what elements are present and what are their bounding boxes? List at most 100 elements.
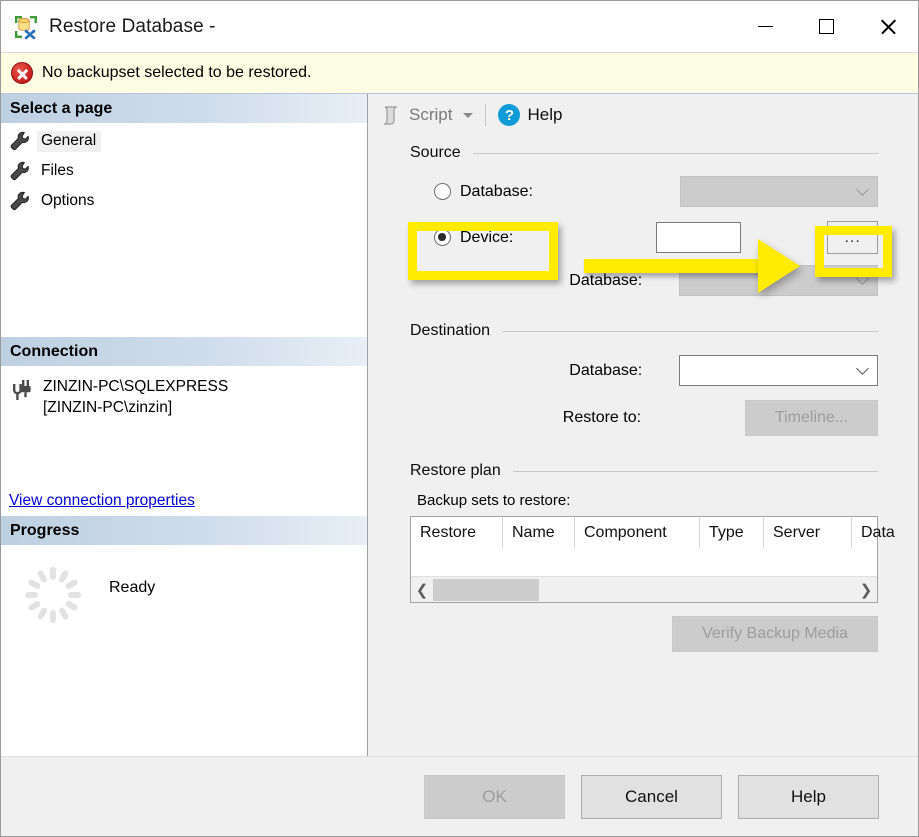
destination-group-header: Destination — [410, 322, 878, 340]
radio-button-icon — [434, 229, 451, 246]
view-connection-properties-link[interactable]: View connection properties — [9, 492, 357, 510]
grid-header-row: Restore Name Component Type Server Data — [411, 517, 895, 548]
window-title: Restore Database - — [49, 15, 216, 37]
horizontal-scrollbar[interactable]: ❮ ❯ — [411, 576, 877, 602]
minimize-icon — [758, 25, 773, 28]
column-header-name[interactable]: Name — [503, 517, 575, 548]
minimize-button[interactable] — [735, 1, 796, 52]
pages-spacer — [1, 216, 367, 337]
scrollbar-track[interactable] — [539, 577, 855, 603]
verify-backup-media-button: Verify Backup Media — [672, 616, 878, 652]
source-group: Source Database: Device: ... Database: — [410, 144, 878, 296]
chevron-left-icon[interactable]: ❮ — [411, 577, 433, 603]
chevron-right-icon[interactable]: ❯ — [855, 577, 877, 603]
browse-device-button[interactable]: ... — [827, 221, 878, 254]
destination-database-label-wrap: Database: — [410, 362, 642, 380]
sidebar-item-files[interactable]: Files — [1, 156, 367, 186]
close-icon — [879, 18, 897, 36]
left-navigation-panel: Select a page General Files Options Conn… — [1, 94, 368, 756]
script-button[interactable]: Script — [380, 104, 474, 126]
column-header-component[interactable]: Component — [575, 517, 700, 548]
select-a-page-header: Select a page — [1, 94, 367, 123]
dialog-footer: OK Cancel Help — [1, 756, 918, 836]
wrench-icon — [9, 160, 31, 182]
destination-database-row: Database: — [410, 355, 878, 386]
dialog-body: Select a page General Files Options Conn… — [1, 94, 918, 756]
connection-row: ZINZIN-PC\SQLEXPRESS [ZINZIN-PC\zinzin] — [9, 376, 357, 418]
restore-plan-group-header: Restore plan — [410, 462, 878, 480]
source-database-radio-label: Database: — [460, 182, 533, 200]
radio-button-icon — [434, 183, 451, 200]
source-database-combo — [679, 176, 878, 207]
maximize-button[interactable] — [796, 1, 857, 52]
chevron-down-icon[interactable] — [463, 112, 474, 118]
column-header-database[interactable]: Data — [852, 517, 912, 548]
verify-row: Verify Backup Media — [410, 616, 878, 652]
close-button[interactable] — [857, 1, 918, 52]
chevron-down-icon — [856, 362, 869, 375]
sidebar-item-general[interactable]: General — [1, 126, 367, 156]
loading-spinner-icon — [23, 565, 83, 625]
help-footer-button[interactable]: Help — [738, 774, 879, 819]
connection-server: ZINZIN-PC\SQLEXPRESS — [43, 378, 229, 395]
ok-button: OK — [424, 774, 565, 819]
column-header-server[interactable]: Server — [764, 517, 852, 548]
restore-database-icon — [13, 14, 39, 40]
source-device-database-label: Database: — [569, 271, 643, 289]
restore-to-label-wrap: Restore to: — [410, 409, 641, 427]
connection-info: ZINZIN-PC\SQLEXPRESS [ZINZIN-PC\zinzin] … — [1, 366, 367, 516]
group-divider — [472, 152, 878, 154]
wrench-icon — [9, 130, 31, 152]
error-x-icon — [11, 62, 33, 84]
destination-group-title: Destination — [410, 322, 491, 339]
sidebar-item-label: General — [37, 130, 102, 152]
scrollbar-thumb[interactable] — [433, 578, 539, 601]
destination-database-combo[interactable] — [679, 355, 878, 386]
source-group-header: Source — [410, 144, 878, 162]
help-question-icon: ? — [498, 104, 521, 126]
progress-info: Ready — [1, 545, 367, 756]
source-device-database-row: Database: — [410, 265, 878, 296]
error-message-bar: No backupset selected to be restored. — [1, 52, 918, 94]
grid-rows-area — [411, 548, 877, 576]
help-button[interactable]: ? Help — [498, 104, 562, 126]
sidebar-item-options[interactable]: Options — [1, 186, 367, 216]
column-header-restore[interactable]: Restore — [411, 517, 503, 548]
source-database-radio[interactable]: Database: — [410, 183, 643, 201]
source-device-textbox[interactable] — [655, 222, 742, 253]
chevron-down-icon — [856, 183, 869, 196]
help-label: Help — [527, 105, 563, 124]
destination-database-label: Database: — [569, 361, 643, 379]
connection-user: [ZINZIN-PC\zinzin] — [43, 399, 173, 416]
cancel-button[interactable]: Cancel — [581, 774, 722, 819]
source-device-radio[interactable]: Device: — [410, 229, 619, 247]
window-controls — [735, 1, 918, 52]
source-device-row: Device: ... — [410, 221, 878, 254]
backup-sets-grid[interactable]: Restore Name Component Type Server Data … — [410, 516, 895, 603]
source-database-row: Database: — [410, 176, 878, 207]
group-divider — [502, 330, 878, 332]
destination-restore-to-row: Restore to: Timeline... — [410, 400, 878, 436]
page-list: General Files Options — [1, 123, 367, 216]
dialog-content: Source Database: Device: ... Database: D… — [368, 136, 918, 756]
column-header-type[interactable]: Type — [700, 517, 764, 548]
plug-connection-icon — [9, 378, 35, 404]
wrench-icon — [9, 190, 31, 212]
restore-to-label: Restore to: — [562, 409, 642, 426]
backup-sets-label: Backup sets to restore: — [417, 492, 571, 509]
connection-server-name: ZINZIN-PC\SQLEXPRESS [ZINZIN-PC\zinzin] — [43, 376, 228, 418]
script-scroll-icon — [380, 104, 402, 126]
group-divider — [512, 470, 878, 472]
script-label: Script — [409, 105, 453, 124]
restore-plan-group-title: Restore plan — [410, 462, 501, 479]
sidebar-item-label: Options — [41, 191, 95, 209]
chevron-down-icon — [856, 272, 869, 285]
destination-group: Destination Database: Restore to: Timeli… — [410, 322, 878, 436]
restore-plan-group: Restore plan Backup sets to restore: Res… — [410, 462, 895, 652]
toolbar-separator — [485, 104, 487, 126]
error-message-text: No backupset selected to be restored. — [42, 64, 312, 81]
right-content-panel: Script ? Help Source Database: Device: .… — [368, 94, 918, 756]
maximize-icon — [819, 19, 834, 34]
dialog-toolbar: Script ? Help — [368, 94, 918, 136]
source-device-database-combo — [679, 265, 878, 296]
